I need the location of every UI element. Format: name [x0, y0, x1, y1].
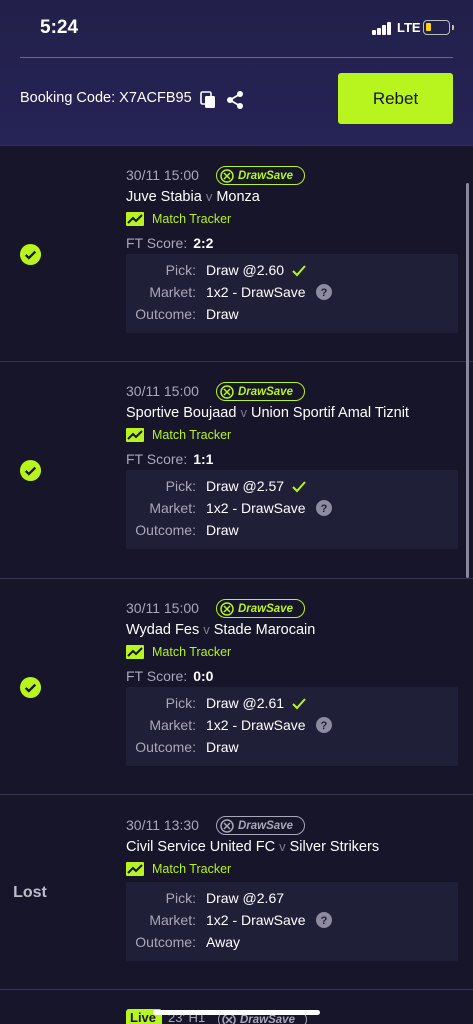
check-circle-icon — [19, 459, 41, 482]
ft-score: FT Score: 0:0 — [126, 668, 214, 684]
won-status — [0, 362, 60, 579]
match-datetime: 30/11 15:00 — [126, 167, 199, 183]
chart-icon — [126, 645, 144, 659]
drawsave-icon — [220, 601, 234, 616]
tick-icon — [292, 265, 306, 277]
tick-icon — [292, 698, 306, 710]
ft-score: FT Score: 2:2 — [126, 235, 214, 251]
lost-label: Lost — [13, 883, 47, 901]
match-tracker-link[interactable]: Match Tracker — [126, 428, 231, 442]
network-label: LTE — [397, 20, 421, 35]
match-teams: Sportive Boujaad v Union Sportif Amal Ti… — [126, 405, 409, 421]
share-icon[interactable] — [226, 90, 244, 110]
lost-status: Lost — [0, 795, 60, 990]
svg-text:?: ? — [320, 915, 327, 927]
won-status — [0, 579, 60, 795]
help-icon[interactable]: ? — [315, 717, 332, 733]
check-circle-icon — [19, 243, 41, 265]
won-status — [0, 146, 60, 362]
drawsave-icon — [220, 168, 234, 183]
chart-icon — [126, 428, 144, 442]
chart-icon — [126, 862, 144, 876]
match-tracker-link[interactable]: Match Tracker — [126, 862, 231, 876]
drawsave-badge: DrawSave — [216, 382, 305, 401]
booking-code: Booking Code: X7ACFB95 — [20, 90, 192, 106]
drawsave-icon — [220, 818, 234, 833]
match-tracker-link[interactable]: Match Tracker — [126, 645, 231, 659]
ticket-row[interactable]: Lost 30/11 13:30 DrawSave Civil Service … — [0, 794, 473, 989]
match-datetime: 30/11 13:30 — [126, 817, 199, 833]
match-tracker-link[interactable]: Match Tracker — [126, 212, 231, 226]
battery-icon — [423, 20, 454, 35]
match-teams: Juve Stabia v Monza — [126, 189, 260, 205]
copy-icon[interactable] — [200, 91, 216, 109]
ticket-row[interactable]: 30/11 15:00 DrawSave Juve Stabia v Monza… — [0, 145, 473, 361]
svg-text:?: ? — [320, 287, 327, 299]
drawsave-badge: DrawSave — [216, 816, 305, 835]
match-teams: Wydad Fes v Stade Marocain — [126, 622, 316, 638]
drawsave-badge: DrawSave — [216, 599, 305, 618]
svg-text:?: ? — [320, 503, 327, 515]
match-datetime: 30/11 15:00 — [126, 600, 199, 616]
bet-details: Pick: Draw @2.67 Market: 1x2 - DrawSave? O… — [126, 882, 458, 961]
chart-icon — [126, 212, 144, 226]
home-indicator[interactable] — [153, 1010, 320, 1015]
match-datetime: 30/11 15:00 — [126, 383, 199, 399]
drawsave-badge: DrawSave — [216, 166, 305, 185]
scrollbar[interactable] — [466, 183, 469, 578]
tick-icon — [292, 481, 306, 493]
drawsave-icon — [220, 384, 234, 399]
ticket-row[interactable]: 30/11 15:00 DrawSave Wydad Fes v Stade M… — [0, 578, 473, 794]
rebet-button[interactable]: Rebet — [338, 73, 453, 124]
bet-details: Pick: Draw @2.60 Market: 1x2 - DrawSave? O… — [126, 254, 458, 333]
status-time: 5:24 — [40, 17, 79, 38]
bet-details: Pick: Draw @2.57 Market: 1x2 - DrawSave? O… — [126, 470, 458, 549]
ft-score: FT Score: 1:1 — [126, 451, 214, 467]
bet-details: Pick: Draw @2.61 Market: 1x2 - DrawSave? O… — [126, 687, 458, 766]
ticket-row[interactable]: 30/11 15:00 DrawSave Sportive Boujaad v … — [0, 361, 473, 578]
help-icon[interactable]: ? — [315, 912, 332, 928]
check-circle-icon — [19, 676, 41, 698]
help-icon[interactable]: ? — [315, 284, 332, 300]
match-teams: Civil Service United FC v Silver Striker… — [126, 839, 380, 855]
help-icon[interactable]: ? — [315, 500, 332, 516]
header-divider — [20, 57, 453, 58]
signal-icon — [372, 22, 392, 35]
svg-text:?: ? — [320, 720, 327, 732]
